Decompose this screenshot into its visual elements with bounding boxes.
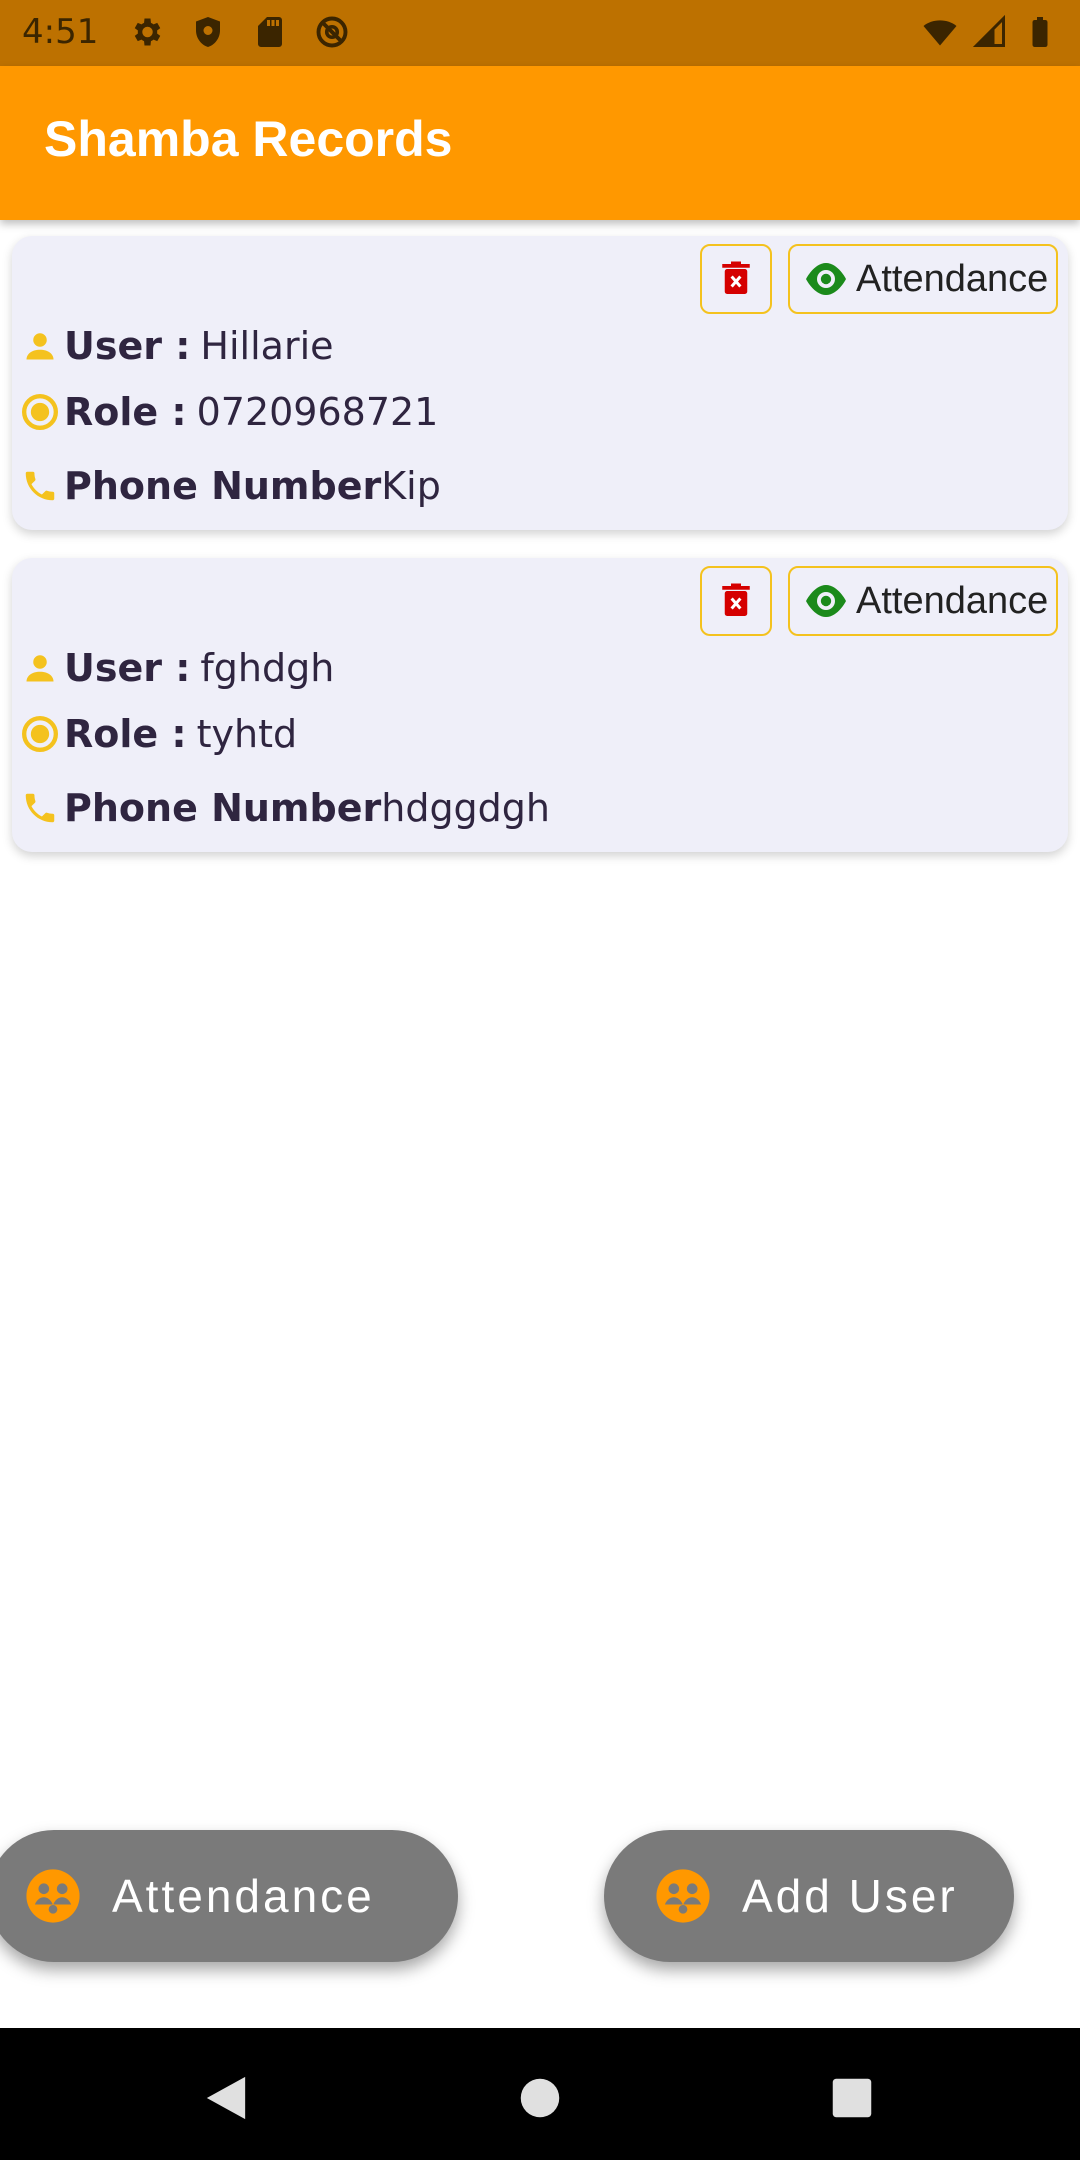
role-label: Role : — [64, 712, 187, 756]
recents-button[interactable] — [822, 2068, 882, 2128]
group-icon — [26, 1869, 80, 1923]
app-title: Shamba Records — [44, 111, 453, 167]
user-row: User : fghdgh — [20, 640, 334, 696]
user-label: User : — [64, 324, 191, 368]
delete-button[interactable] — [700, 244, 772, 314]
phone-label: Phone Number — [64, 786, 382, 830]
home-icon — [520, 2078, 560, 2118]
status-icons-right — [922, 14, 1058, 50]
add-user-fab-label: Add User — [742, 1870, 958, 1922]
signal-icon — [972, 14, 1005, 47]
shield-icon — [196, 17, 220, 47]
trash-icon — [722, 583, 750, 616]
phone-icon — [20, 788, 60, 828]
recents-icon — [832, 2078, 872, 2118]
person-icon — [20, 648, 60, 688]
settings-icon — [134, 18, 161, 46]
eye-icon — [806, 585, 846, 617]
phone-row: Phone Number Kip — [20, 458, 441, 514]
record-card: Attendance User : fghdgh Role : tyhtd Ph… — [12, 558, 1068, 852]
attendance-button-label: Attendance — [856, 579, 1049, 622]
sd-card-icon — [258, 17, 282, 47]
phone-row: Phone Number hdggdgh — [20, 780, 550, 836]
status-time: 4:51 — [22, 12, 99, 52]
delete-button[interactable] — [700, 566, 772, 636]
view-attendance-button[interactable]: Attendance — [788, 566, 1058, 636]
role-label: Role : — [64, 390, 187, 434]
add-user-fab[interactable]: Add User — [604, 1830, 1014, 1962]
trash-icon — [722, 261, 750, 294]
view-attendance-button[interactable]: Attendance — [788, 244, 1058, 314]
no-sim-icon — [316, 16, 348, 48]
user-value: Hillarie — [200, 324, 334, 368]
attendance-fab[interactable]: Attendance — [0, 1830, 458, 1962]
phone-label: Phone Number — [64, 464, 382, 508]
role-row: Role : tyhtd — [20, 706, 297, 762]
user-value: fghdgh — [200, 646, 335, 690]
attendance-fab-label: Attendance — [112, 1870, 375, 1922]
attendance-button-label: Attendance — [856, 257, 1049, 300]
role-value: tyhtd — [196, 712, 298, 756]
role-value: 0720968721 — [196, 390, 439, 434]
status-bar: 4:51 — [0, 0, 1080, 66]
app-bar: Shamba Records — [0, 66, 1080, 220]
home-button[interactable] — [510, 2068, 570, 2128]
record-card: Attendance User : Hillarie Role : 072096… — [12, 236, 1068, 530]
phone-icon — [20, 466, 60, 506]
person-icon — [20, 326, 60, 366]
user-label: User : — [64, 646, 191, 690]
navigation-bar — [0, 2028, 1080, 2160]
eye-icon — [806, 263, 846, 295]
radio-button-icon — [20, 392, 60, 432]
role-row: Role : 0720968721 — [20, 384, 438, 440]
wifi-icon — [923, 20, 957, 46]
radio-button-icon — [20, 714, 60, 754]
phone-value: hdggdgh — [381, 786, 551, 830]
back-icon — [206, 2076, 246, 2120]
back-button[interactable] — [196, 2068, 256, 2128]
group-icon — [656, 1869, 710, 1923]
user-row: User : Hillarie — [20, 318, 334, 374]
battery-icon — [1032, 17, 1048, 47]
phone-value: Kip — [381, 464, 441, 508]
status-icons-left — [128, 14, 350, 50]
